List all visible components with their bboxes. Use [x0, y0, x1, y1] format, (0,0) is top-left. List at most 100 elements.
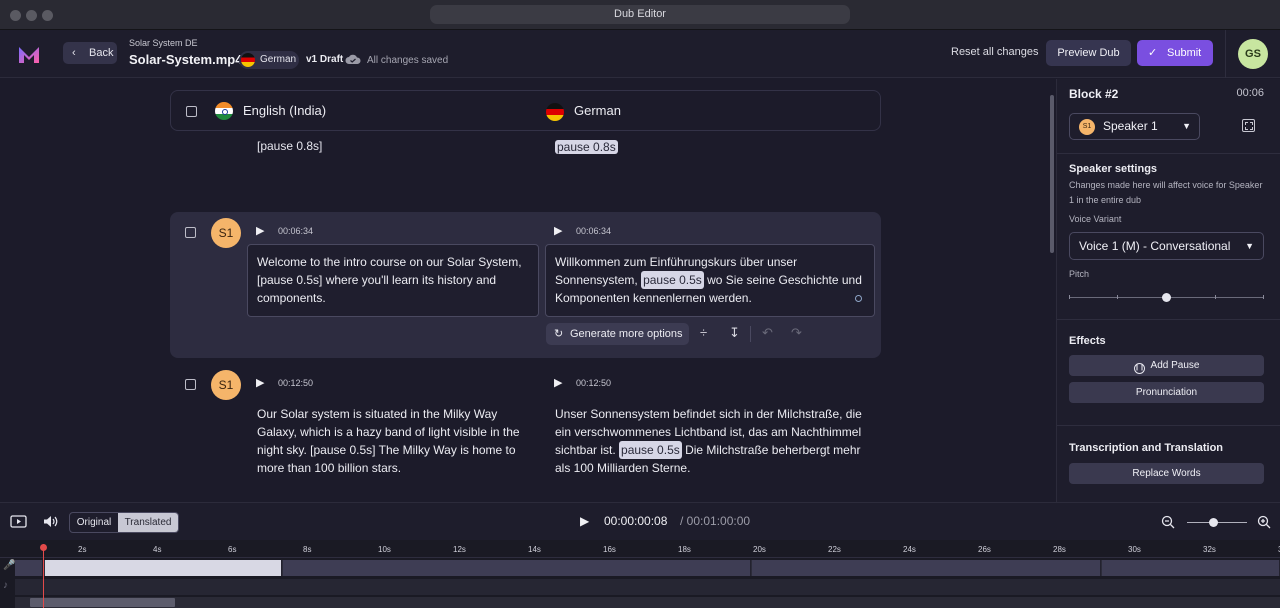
playhead[interactable] [43, 544, 44, 608]
speaker-badge[interactable]: S1 [211, 370, 241, 400]
video-toggle-icon[interactable] [10, 515, 27, 528]
original-option[interactable]: Original [70, 513, 118, 532]
undo-icon[interactable]: ↶ [762, 325, 773, 341]
volume-icon[interactable] [43, 515, 59, 528]
slider-tick [1263, 295, 1264, 299]
generate-more-options-button[interactable]: ↻ Generate more options [546, 323, 689, 345]
replace-words-button[interactable]: Replace Words [1069, 463, 1264, 484]
source-text[interactable]: [pause 0.8s] [257, 139, 322, 153]
dub-track[interactable] [15, 560, 1280, 576]
close-window-button[interactable] [10, 10, 21, 21]
pause-tag[interactable]: pause 0.5s [619, 441, 682, 459]
block-checkbox[interactable] [185, 379, 196, 390]
pause-tag[interactable]: pause 0.8s [555, 140, 618, 154]
target-text-box[interactable]: Willkommen zum Einführungskurs über unse… [545, 244, 875, 317]
track-clip[interactable] [15, 560, 43, 576]
speaker-badge: S1 [1079, 119, 1095, 135]
ruler-tick-label: 22s [828, 545, 841, 554]
source-timestamp: 00:12:50 [278, 378, 314, 388]
background-track[interactable] [15, 579, 1280, 595]
pitch-label: Pitch [1069, 269, 1090, 279]
pronunciation-button[interactable]: Pronunciation [1069, 382, 1264, 403]
ruler-tick-label: 26s [978, 545, 991, 554]
submit-button[interactable]: ✓ Submit [1137, 40, 1213, 66]
zoom-in-icon[interactable] [1257, 515, 1271, 529]
split-icon[interactable]: ÷ [700, 325, 707, 340]
timeline-scroll-thumb[interactable] [30, 598, 175, 607]
source-timestamp: 00:06:34 [278, 226, 314, 236]
play-source-button[interactable]: ▶ [256, 376, 264, 389]
voice-variant-select[interactable]: Voice 1 (M) - Conversational ▼ [1069, 232, 1264, 260]
pitch-slider-knob[interactable] [1162, 293, 1171, 302]
back-label: Back [89, 47, 114, 59]
zoom-slider-knob[interactable] [1209, 518, 1218, 527]
panel-divider [1057, 153, 1280, 154]
header-divider [1225, 30, 1226, 78]
voice-track-icon: 🎤 [3, 560, 16, 571]
play-target-button[interactable]: ▶ [554, 224, 562, 237]
timeline[interactable]: 2s 4s 6s 8s 10s 12s 14s 16s 18s 20s 22s 24s 26s 28s 30… [0, 540, 1280, 608]
ruler-tick-label: 18s [678, 545, 691, 554]
time-ruler[interactable]: 2s 4s 6s 8s 10s 12s 14s 16s 18s 20s 22s 24s 26s 28s 30… [0, 540, 1280, 558]
speaker-badge[interactable]: S1 [211, 218, 241, 248]
zoom-window-button[interactable] [42, 10, 53, 21]
ruler-tick-label: 10s [378, 545, 391, 554]
caret-down-icon: ▼ [1245, 241, 1254, 251]
pause-tag[interactable]: pause 0.5s [641, 271, 704, 289]
playhead-handle[interactable] [40, 544, 47, 551]
select-all-checkbox[interactable] [186, 106, 197, 117]
source-text[interactable]: Our Solar system is situated in the Milk… [257, 405, 537, 477]
block-checkbox[interactable] [185, 227, 196, 238]
merge-icon[interactable]: ↧ [729, 325, 740, 341]
file-name: Solar-System.mp4 [129, 52, 243, 67]
toolbar-divider [750, 326, 751, 342]
source-text-box[interactable]: Welcome to the intro course on our Solar… [247, 244, 539, 317]
source-language-label: English (India) [243, 103, 327, 118]
editor-main: English (India) German [pause 0.8s] paus… [0, 79, 1055, 502]
current-time: 00:00:00:08 [604, 514, 668, 528]
speaker-settings-heading: Speaker settings [1069, 163, 1158, 175]
ruler-tick-label: 16s [603, 545, 616, 554]
track-clip[interactable] [283, 560, 751, 576]
play-source-button[interactable]: ▶ [256, 224, 264, 237]
play-target-button[interactable]: ▶ [554, 376, 562, 389]
editor-scrollbar[interactable] [1050, 95, 1054, 253]
language-chip[interactable]: German [239, 51, 299, 69]
zoom-out-icon[interactable] [1161, 515, 1175, 529]
redo-icon[interactable]: ↷ [791, 325, 802, 341]
active-block[interactable]: S1 ▶ 00:06:34 ▶ 00:06:34 Welcome to the … [170, 212, 881, 358]
user-avatar[interactable]: GS [1238, 39, 1268, 69]
india-flag-icon [215, 102, 233, 120]
generate-label: Generate more options [570, 328, 683, 340]
effects-heading: Effects [1069, 335, 1106, 347]
music-track-icon: ♪ [3, 580, 8, 591]
cloud-saved-icon [345, 54, 361, 64]
preview-dub-button[interactable]: Preview Dub [1046, 40, 1131, 66]
draft-version: v1 Draft [306, 54, 344, 65]
ruler-tick-label: 28s [1053, 545, 1066, 554]
back-button[interactable]: ‹ Back [63, 42, 117, 64]
audio-track-toggle[interactable]: Original Translated [69, 512, 179, 533]
refresh-icon: ↻ [554, 328, 564, 340]
speaker-settings-note: Changes made here will affect voice for … [1069, 180, 1263, 205]
translated-option[interactable]: Translated [118, 513, 178, 532]
target-text[interactable]: pause 0.8s [555, 138, 618, 156]
track-clip-active[interactable] [45, 560, 282, 576]
track-clip[interactable] [752, 560, 1101, 576]
play-button[interactable]: ▶ [580, 514, 589, 528]
ruler-tick-label: 12s [453, 545, 466, 554]
ruler-tick-label: 2s [78, 545, 87, 554]
block-time: 00:06 [1236, 87, 1264, 99]
reset-all-changes-button[interactable]: Reset all changes [951, 46, 1038, 58]
ruler-tick-label: 6s [228, 545, 237, 554]
caret-down-icon: ▼ [1182, 121, 1191, 131]
add-pause-button[interactable]: ❙❙ Add Pause [1069, 355, 1264, 376]
slider-tick [1117, 295, 1118, 299]
select-region-icon[interactable] [1242, 119, 1255, 132]
speaker-select[interactable]: S1 Speaker 1 ▼ [1069, 113, 1200, 140]
timeline-scrollbar[interactable] [15, 597, 1280, 608]
track-clip[interactable] [1102, 560, 1280, 576]
minimize-window-button[interactable] [26, 10, 37, 21]
window-titlebar: Dub Editor [0, 0, 1280, 30]
target-text[interactable]: Unser Sonnensystem befindet sich in der … [555, 405, 870, 477]
